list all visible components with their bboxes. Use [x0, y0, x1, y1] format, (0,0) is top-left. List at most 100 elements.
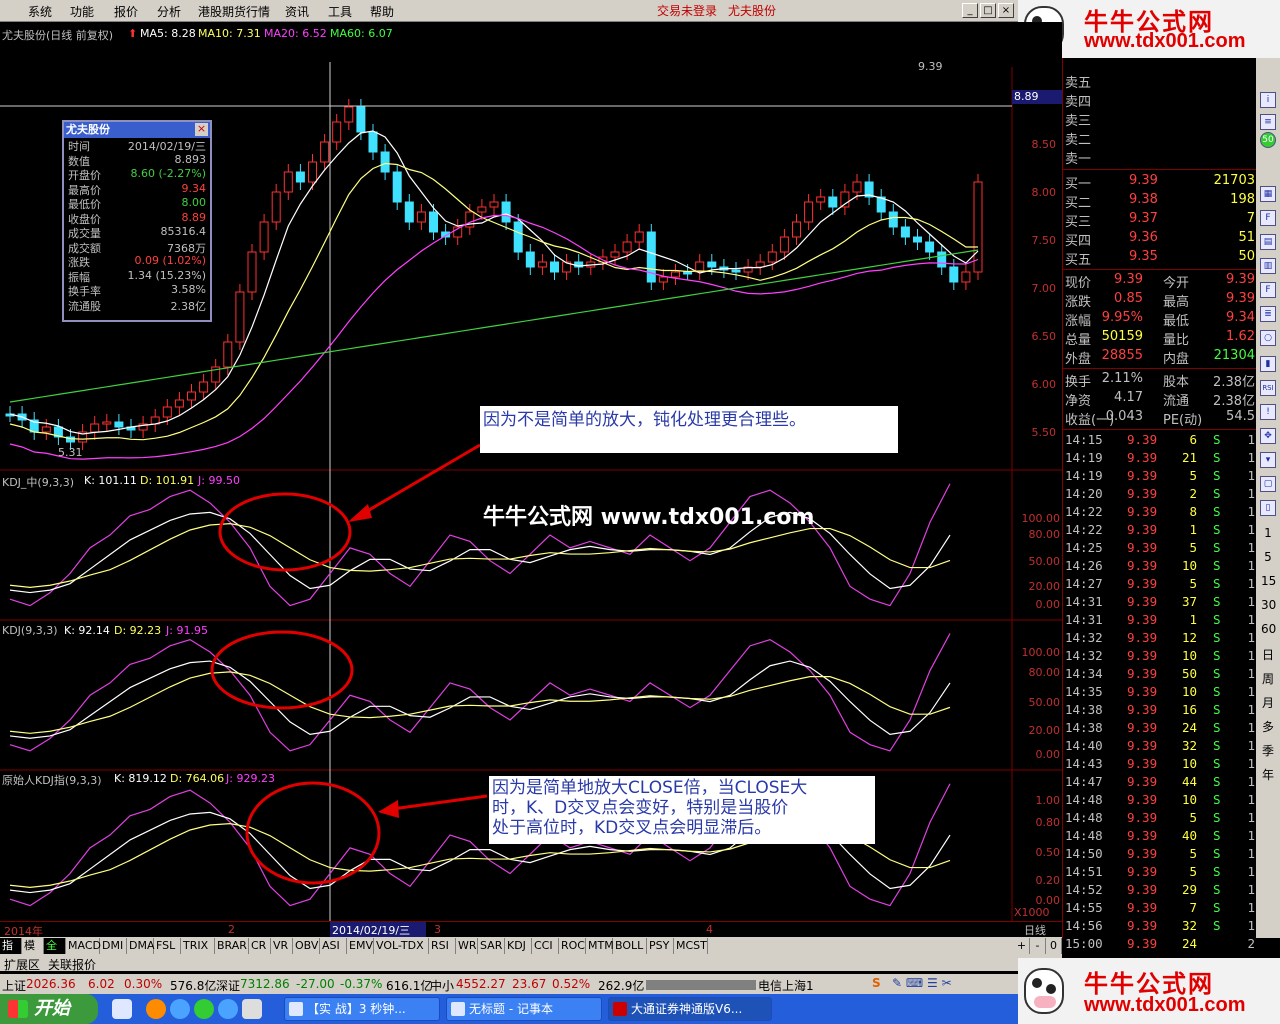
toolbar-stack-icon[interactable]: ≣	[1260, 306, 1276, 322]
toolbar-down-icon[interactable]: ▾	[1260, 452, 1276, 468]
tab-boll[interactable]: BOLL	[613, 938, 647, 954]
toolbar-rsi-icon[interactable]: RSI	[1260, 380, 1276, 396]
tab-control-button[interactable]: -	[1030, 938, 1046, 954]
tab-extension-area[interactable]: 扩展区	[4, 956, 40, 973]
buy-level-row[interactable]: 买一 9.39 21703	[1063, 173, 1257, 192]
tab-related-quote[interactable]: 关联报价	[48, 956, 96, 973]
tab-vr[interactable]: VR	[271, 938, 293, 954]
kdj-raw-title[interactable]: 原始人KDJ指(9,3,3)	[2, 772, 102, 788]
sell-level-row[interactable]: 卖二	[1063, 129, 1257, 148]
buy-level-row[interactable]: 买五 9.35 50	[1063, 249, 1257, 268]
period-button[interactable]: 年	[1261, 766, 1275, 783]
tab-mcst[interactable]: MCST	[674, 938, 708, 954]
menu-function[interactable]: 功能	[70, 3, 94, 20]
tab-macd[interactable]: MACD	[66, 938, 101, 954]
tab-kdj[interactable]: KDJ	[505, 938, 532, 954]
tab-fsl[interactable]: FSL	[154, 938, 181, 954]
sell-level-row[interactable]: 卖三	[1063, 110, 1257, 129]
menu-tools[interactable]: 工具	[328, 3, 352, 20]
period-button[interactable]: 1	[1261, 526, 1275, 540]
kdj-mid-title[interactable]: KDJ_中(9,3,3)	[2, 474, 74, 490]
toolbar-move-icon[interactable]: ✥	[1260, 428, 1276, 444]
tab-全部[interactable]: 全部	[44, 938, 66, 968]
period-button[interactable]: 60	[1261, 622, 1276, 636]
sell-level-row[interactable]: 卖一	[1063, 148, 1257, 167]
toolbar-info-icon[interactable]: i	[1260, 92, 1276, 108]
tab-roc[interactable]: ROC	[559, 938, 586, 954]
tab-trix[interactable]: TRIX	[181, 938, 215, 954]
menu-help[interactable]: 帮助	[370, 3, 394, 20]
period-button[interactable]: 多	[1261, 718, 1275, 735]
sme-index-label[interactable]: 中小	[430, 977, 454, 994]
tab-wr[interactable]: WR	[456, 938, 478, 954]
banner-ad-bottom[interactable]: 牛牛公式网 www.tdx001.com	[1018, 958, 1280, 1024]
login-status[interactable]: 交易未登录	[657, 2, 717, 19]
toolbar-split-icon[interactable]: ▯	[1260, 500, 1276, 516]
menu-quote[interactable]: 报价	[114, 3, 138, 20]
quicklaunch-browser-icon[interactable]	[218, 999, 238, 1019]
minimize-icon[interactable]: _	[962, 3, 978, 18]
toolbar-grid-icon[interactable]: ▦	[1260, 186, 1276, 202]
toolbar-list-icon[interactable]: ≡	[1260, 114, 1276, 130]
tab-mtm[interactable]: MTM	[586, 938, 614, 954]
toolbar-bars-icon[interactable]: ▮	[1260, 356, 1276, 372]
toolbar-doc-icon[interactable]: F	[1260, 282, 1276, 298]
tab-vol-tdx[interactable]: VOL-TDX	[374, 938, 429, 954]
period-button[interactable]: 5	[1261, 550, 1275, 564]
data-tooltip-window[interactable]: 尤夫股份 × 时间 2014/02/19/三 数值 8.893 开盘价 8.60 (-2.…	[62, 120, 212, 322]
quicklaunch-chat-icon[interactable]	[194, 999, 214, 1019]
kdj-title[interactable]: KDJ(9,3,3)	[2, 624, 58, 637]
tab-asi[interactable]: ASI	[320, 938, 347, 954]
buy-level-row[interactable]: 买四 9.36 51	[1063, 230, 1257, 249]
period-label[interactable]: 日线	[1024, 922, 1046, 938]
tab-dmi[interactable]: DMI	[100, 938, 127, 954]
tab-dma[interactable]: DMA	[127, 938, 155, 954]
menu-analysis[interactable]: 分析	[157, 3, 181, 20]
task-button-forum[interactable]: 【实 战】3 秒钟...	[284, 997, 440, 1021]
tab-sar[interactable]: SAR	[478, 938, 505, 954]
buy-level-row[interactable]: 买三 9.37 7	[1063, 211, 1257, 230]
ime-tools-icon[interactable]: ✎ ⌨ ☰ ✂	[892, 976, 952, 990]
task-button-trading-app[interactable]: 大通证券神通版V6...	[608, 997, 772, 1021]
menu-hk-futures[interactable]: 港股期货行情	[198, 3, 270, 20]
tab-指标[interactable]: 指标	[0, 938, 22, 968]
start-button[interactable]: 开始	[0, 994, 98, 1024]
buy-level-row[interactable]: 买二 9.38 198	[1063, 192, 1257, 211]
menu-info[interactable]: 资讯	[285, 3, 309, 20]
tab-模板[interactable]: 模板	[22, 938, 44, 968]
toolbar-window-icon[interactable]: ▢	[1260, 476, 1276, 492]
tab-control-button[interactable]: 0	[1046, 938, 1062, 954]
period-button[interactable]: 15	[1261, 574, 1276, 588]
quicklaunch-explorer-icon[interactable]	[242, 999, 262, 1019]
toolbar-f10-icon[interactable]: F	[1260, 210, 1276, 226]
tab-emv[interactable]: EMV	[347, 938, 374, 954]
toolbar-chart-icon[interactable]: ▥	[1260, 258, 1276, 274]
period-button[interactable]: 周	[1261, 670, 1275, 687]
tab-obv[interactable]: OBV	[293, 938, 320, 954]
period-button[interactable]: 30	[1261, 598, 1276, 612]
menu-system[interactable]: 系统	[28, 3, 52, 20]
tab-brar[interactable]: BRAR	[215, 938, 249, 954]
toolbar-mark-icon[interactable]: !	[1260, 404, 1276, 420]
quicklaunch-desktop-icon[interactable]	[112, 999, 132, 1019]
toolbar-table-icon[interactable]: ▤	[1260, 234, 1276, 250]
tab-cr[interactable]: CR	[249, 938, 271, 954]
sogou-ime-icon[interactable]: S	[872, 976, 881, 990]
tab-psy[interactable]: PSY	[647, 938, 674, 954]
tooltip-title[interactable]: 尤夫股份	[64, 122, 210, 138]
server-label[interactable]: 电信上海1	[758, 977, 814, 994]
toolbar-50-icon[interactable]: 50	[1260, 132, 1276, 148]
quicklaunch-firefox-icon[interactable]	[146, 999, 166, 1019]
tab-control-button[interactable]: +	[1014, 938, 1030, 954]
task-button-notepad[interactable]: 无标题 - 记事本	[446, 997, 602, 1021]
quicklaunch-ie-icon[interactable]	[170, 999, 190, 1019]
tooltip-close-icon[interactable]: ×	[195, 123, 208, 136]
sz-index-label[interactable]: 深证	[216, 977, 240, 994]
sell-level-row[interactable]: 卖四	[1063, 91, 1257, 110]
toolbar-circle-icon[interactable]: ○	[1260, 330, 1276, 346]
sell-level-row[interactable]: 卖五	[1063, 72, 1257, 91]
sh-index-label[interactable]: 上证	[2, 977, 26, 994]
close-icon[interactable]: ×	[998, 3, 1014, 18]
period-button[interactable]: 季	[1261, 742, 1275, 759]
maximize-icon[interactable]: □	[980, 3, 996, 18]
